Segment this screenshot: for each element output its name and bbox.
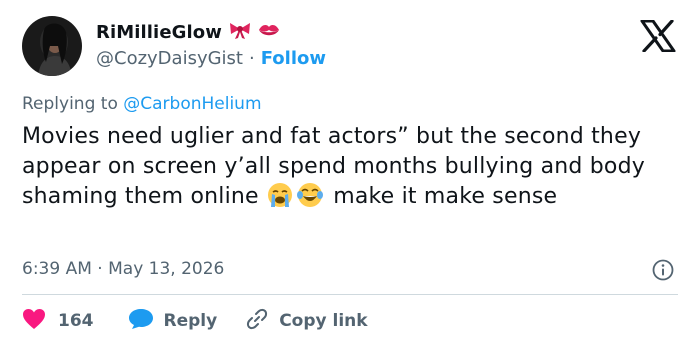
x-logo-icon[interactable] [640, 19, 676, 53]
heart-icon [22, 308, 46, 334]
divider [22, 294, 678, 295]
tweet-text-end: make it make sense [333, 184, 558, 209]
action-bar: 164 Reply Copy link [22, 307, 368, 335]
reply-context-prefix: Replying to [22, 94, 118, 114]
author-handle[interactable]: @CozyDaisyGist [96, 48, 243, 69]
reply-label: Reply [163, 311, 218, 331]
author-name-row: RiMillieGlow [96, 20, 280, 44]
tweet-date: May 13, 2026 [108, 259, 225, 279]
speech-bubble-icon [128, 308, 154, 334]
tweet-card: RiMillieGlow @CozyDaisyGist · Follow Rep… [0, 0, 700, 348]
like-button[interactable]: 164 [22, 308, 94, 334]
tweet-timestamp[interactable]: 6:39 AM · May 13, 2026 [22, 259, 224, 279]
author-handle-row: @CozyDaisyGist · Follow [96, 48, 326, 69]
avatar-photo [22, 16, 82, 76]
copy-link-label: Copy link [279, 311, 368, 331]
reply-button[interactable]: Reply [128, 308, 218, 334]
reply-context: Replying to @CarbonHelium [22, 94, 262, 114]
reply-to-handle[interactable]: @CarbonHelium [123, 94, 261, 114]
ribbon-icon [228, 20, 252, 44]
link-icon [245, 307, 269, 335]
tweet-time: 6:39 AM [22, 259, 92, 279]
kiss-mark-icon [258, 22, 280, 42]
avatar[interactable] [22, 16, 82, 76]
like-count: 164 [58, 311, 94, 331]
timestamp-separator: · [97, 259, 103, 279]
dot-separator: · [249, 48, 255, 69]
tweet-text: Movies need uglier and fat actors” but t… [22, 122, 692, 212]
follow-button[interactable]: Follow [261, 48, 326, 69]
face-with-tears-of-joy-icon [296, 182, 326, 208]
copy-link-button[interactable]: Copy link [245, 307, 368, 335]
info-icon[interactable] [652, 259, 674, 281]
loudly-crying-face-icon [266, 182, 296, 208]
display-name[interactable]: RiMillieGlow [96, 22, 222, 43]
